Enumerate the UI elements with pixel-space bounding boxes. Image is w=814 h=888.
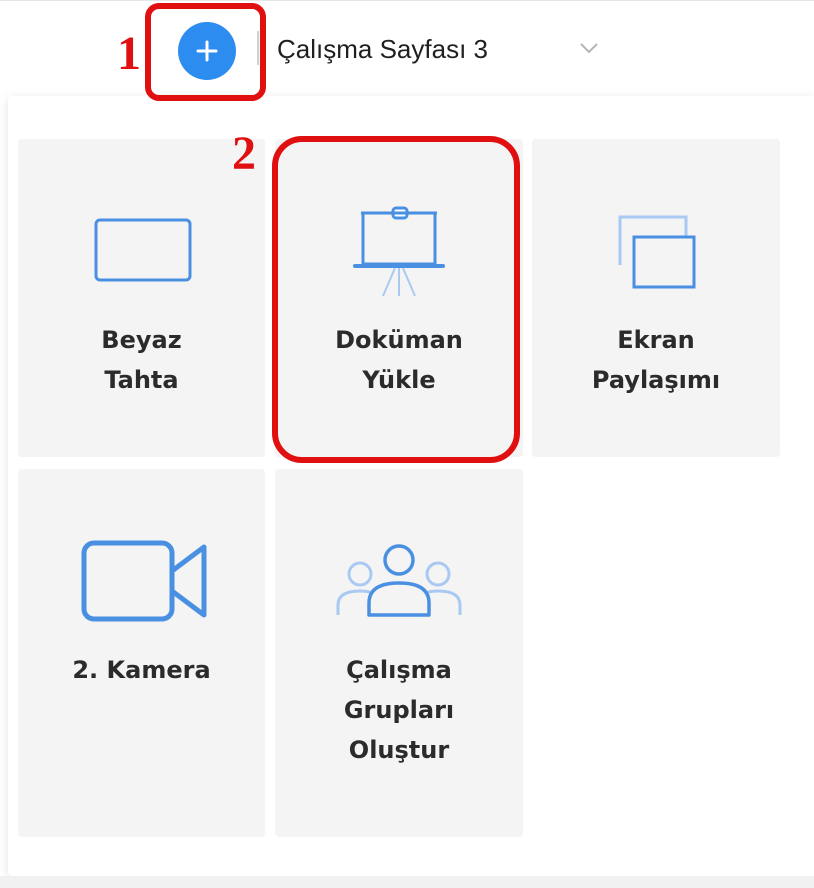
screen-share-icon xyxy=(618,215,696,289)
plus-icon xyxy=(178,22,236,80)
second-camera-tile[interactable]: 2. Kamera xyxy=(18,469,265,837)
second-camera-label: 2. Kamera xyxy=(18,650,265,690)
second-camera-label-line1: 2. Kamera xyxy=(72,656,211,684)
breakout-groups-label-line3: Oluştur xyxy=(348,736,450,764)
upload-document-label-line1: Doküman xyxy=(335,326,463,354)
whiteboard-label-line2: Tahta xyxy=(104,366,179,394)
screen-share-tile[interactable]: Ekran Paylaşımı xyxy=(532,139,780,457)
screen-share-label: Ekran Paylaşımı xyxy=(532,320,780,400)
breakout-groups-label: Çalışma Grupları Oluştur xyxy=(275,650,523,770)
tab-title[interactable]: Çalışma Sayfası 3 xyxy=(277,29,488,69)
add-content-panel: Beyaz Tahta Doküman Yükle Ekran Paylaşım… xyxy=(8,96,814,876)
bottom-strip xyxy=(0,876,814,888)
upload-document-label-line2: Yükle xyxy=(362,366,436,394)
whiteboard-label-line1: Beyaz xyxy=(101,326,182,354)
breakout-groups-label-line2: Grupları xyxy=(343,696,455,724)
annotation-number-step1: 1 xyxy=(117,27,141,80)
people-group-icon xyxy=(336,544,462,617)
whiteboard-icon xyxy=(94,218,192,282)
video-camera-icon xyxy=(81,540,207,622)
annotation-number-step2: 2 xyxy=(232,127,256,180)
breakout-groups-label-line1: Çalışma xyxy=(346,656,452,684)
presentation-board-icon xyxy=(353,206,445,297)
header-divider xyxy=(257,31,259,65)
screen-share-label-line1: Ekran xyxy=(617,326,695,354)
whiteboard-tile[interactable]: Beyaz Tahta xyxy=(18,139,265,457)
whiteboard-label: Beyaz Tahta xyxy=(18,320,265,400)
breakout-groups-tile[interactable]: Çalışma Grupları Oluştur xyxy=(275,469,523,837)
screen-share-label-line2: Paylaşımı xyxy=(591,366,721,394)
upload-document-tile[interactable]: Doküman Yükle xyxy=(275,139,523,457)
chevron-down-icon[interactable] xyxy=(578,37,600,59)
add-button[interactable] xyxy=(175,21,239,81)
upload-document-label: Doküman Yükle xyxy=(275,320,523,400)
